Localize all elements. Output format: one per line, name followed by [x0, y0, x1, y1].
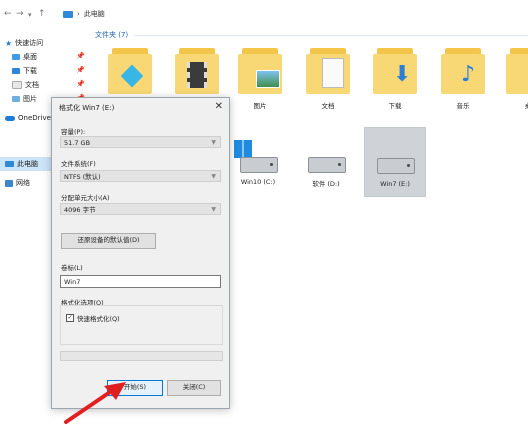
- filesystem-select[interactable]: NTFS (默认) ▼: [60, 170, 221, 182]
- drive-icon: [377, 158, 415, 174]
- star-icon: ★: [5, 38, 13, 48]
- drive-label: Win7 (E:): [380, 180, 410, 188]
- sidebar-item-desktop[interactable]: 桌面: [12, 51, 37, 63]
- folder-music[interactable]: ♪ 音乐: [441, 48, 485, 110]
- drive-e[interactable]: Win7 (E:): [364, 127, 426, 197]
- sidebar-item-label: 此电脑: [17, 160, 38, 168]
- chevron-down-icon: ▼: [211, 139, 216, 146]
- capacity-select[interactable]: 51.7 GB ▼: [60, 136, 221, 148]
- close-icon[interactable]: ✕: [215, 101, 223, 112]
- network-icon: [5, 179, 13, 187]
- drive-d[interactable]: 软件 (D:): [296, 132, 356, 194]
- windows-logo-icon: [234, 140, 252, 158]
- annotation-arrow-icon: [64, 382, 126, 424]
- format-options-group: [60, 305, 223, 345]
- back-button[interactable]: ←: [4, 9, 12, 19]
- document-icon: [12, 81, 22, 89]
- divider: [134, 34, 528, 36]
- sidebar-item-label: 图片: [23, 95, 37, 103]
- capacity-label: 容量(P):: [61, 128, 86, 136]
- chevron-down-icon: ▼: [211, 206, 216, 213]
- allocation-size-value: 4096 字节: [64, 206, 96, 214]
- download-icon: ⬇: [393, 62, 412, 87]
- folder-label: 文档: [321, 102, 335, 110]
- folder-documents[interactable]: 文档: [306, 48, 350, 110]
- quick-format-checkbox[interactable]: ✓ 快速格式化(Q): [66, 313, 120, 323]
- capacity-value: 51.7 GB: [64, 139, 91, 147]
- sidebar-item-label: OneDrive: [18, 114, 51, 122]
- format-dialog: 格式化 Win7 (E:) ✕ 容量(P): 51.7 GB ▼ 文件系统(F)…: [51, 97, 230, 409]
- sidebar-item-label: 网络: [16, 179, 30, 187]
- drive-label: Win10 (C:): [240, 178, 276, 186]
- sidebar-item-pictures[interactable]: 图片: [12, 93, 37, 105]
- folder-label: 图片: [253, 102, 267, 110]
- chevron-down-icon: ▼: [211, 173, 216, 180]
- volume-label-label: 卷标(L): [61, 264, 83, 272]
- folder-label: 桌: [524, 102, 528, 110]
- sidebar-item-this-pc[interactable]: 此电脑: [5, 158, 38, 170]
- drive-label: 软件 (D:): [312, 180, 340, 188]
- forward-button[interactable]: →: [16, 9, 24, 19]
- pin-icon: 📌: [76, 52, 85, 60]
- sidebar-item-label: 快速访问: [15, 39, 44, 47]
- allocation-size-select[interactable]: 4096 字节 ▼: [60, 203, 221, 215]
- pin-icon: 📌: [76, 66, 85, 74]
- close-button[interactable]: 关闭(C): [167, 380, 221, 396]
- up-button[interactable]: ↑: [38, 9, 46, 19]
- filesystem-value: NTFS (默认): [64, 173, 101, 181]
- restore-defaults-button[interactable]: 还原设备的默认值(D): [61, 233, 156, 249]
- this-pc-icon: [5, 161, 14, 167]
- folder-label: 下载: [388, 102, 402, 110]
- breadcrumb-separator: ›: [77, 10, 80, 18]
- folder-label: 音乐: [456, 102, 470, 110]
- drive-icon: [240, 157, 278, 173]
- this-pc-icon: [63, 10, 73, 18]
- music-icon: ♪: [461, 62, 476, 87]
- quick-format-label: 快速格式化(Q): [77, 315, 120, 323]
- drive-icon: [308, 157, 346, 173]
- address-bar: ← → ▾ ↑ › 此电脑: [0, 0, 528, 30]
- drive-c[interactable]: Win10 (C:): [228, 132, 288, 194]
- download-icon: [12, 68, 20, 74]
- folder-pictures[interactable]: 图片: [238, 48, 282, 110]
- folders-group-header[interactable]: 文件夹 (7): [95, 30, 528, 40]
- checkmark-icon: ✓: [66, 314, 74, 322]
- folder-downloads[interactable]: ⬇ 下载: [373, 48, 417, 110]
- recent-locations-button[interactable]: ▾: [28, 11, 32, 19]
- document-icon: [322, 58, 344, 88]
- volume-label-input[interactable]: Win7: [60, 275, 221, 288]
- sidebar-item-onedrive[interactable]: OneDrive: [5, 112, 51, 124]
- breadcrumb[interactable]: › 此电脑: [63, 9, 105, 19]
- sidebar-item-documents[interactable]: 文档: [12, 79, 39, 91]
- sidebar-item-network[interactable]: 网络: [5, 177, 30, 189]
- cloud-icon: [5, 115, 15, 121]
- sidebar-item-downloads[interactable]: 下载: [12, 65, 37, 77]
- folders-group-title: 文件夹 (7): [95, 31, 129, 39]
- allocation-size-label: 分配单元大小(A): [61, 194, 110, 202]
- video-icon: [187, 62, 207, 88]
- sidebar-item-label: 文档: [25, 81, 39, 89]
- filesystem-label: 文件系统(F): [61, 160, 96, 168]
- desktop-icon: [12, 54, 20, 60]
- picture-icon: [256, 70, 280, 88]
- folder-desktop[interactable]: 桌: [506, 48, 528, 110]
- sidebar-item-label: 下载: [23, 67, 37, 75]
- dialog-title: 格式化 Win7 (E:): [59, 104, 115, 112]
- format-progress-bar: [60, 351, 223, 361]
- pin-icon: 📌: [76, 80, 85, 88]
- sidebar-item-quick-access[interactable]: ★ 快速访问: [5, 37, 43, 49]
- breadcrumb-this-pc[interactable]: 此电脑: [84, 9, 105, 19]
- sidebar-item-label: 桌面: [23, 53, 37, 61]
- picture-icon: [12, 96, 20, 102]
